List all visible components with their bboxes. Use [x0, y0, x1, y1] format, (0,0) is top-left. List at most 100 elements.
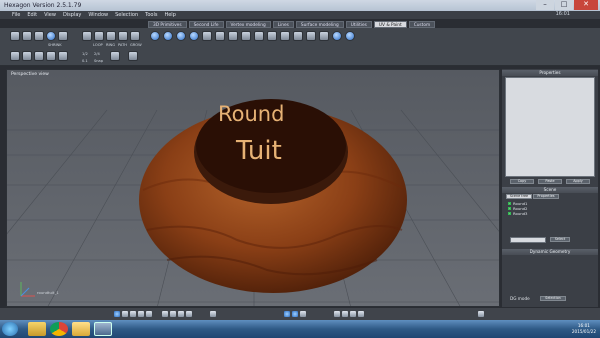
uv-spherical-icon[interactable]: [189, 31, 199, 41]
system-tray[interactable]: 16:01 2015/01/22: [572, 320, 596, 338]
paint-smudge-icon[interactable]: [306, 31, 316, 41]
cube-face-icon[interactable]: [106, 31, 116, 41]
close-button[interactable]: ✕: [574, 0, 598, 10]
menu-window[interactable]: Window: [88, 12, 108, 18]
path-label[interactable]: PATH: [118, 43, 127, 47]
folder-icon[interactable]: [72, 322, 90, 336]
tab-scene-properties[interactable]: Properties: [533, 194, 559, 199]
uv-relax-icon[interactable]: [267, 31, 277, 41]
material-icon[interactable]: [332, 31, 342, 41]
tab-utilities[interactable]: Utilities: [345, 21, 372, 28]
paint-eraser-icon[interactable]: [319, 31, 329, 41]
brush-select-icon[interactable]: [34, 31, 44, 41]
knife-icon[interactable]: [128, 51, 138, 61]
menu-file[interactable]: File: [12, 12, 20, 18]
camera-icon[interactable]: [162, 311, 168, 317]
view-front-icon[interactable]: [146, 311, 152, 317]
move-gizmo-icon[interactable]: [284, 311, 290, 317]
uv-pin-icon[interactable]: [241, 31, 251, 41]
tab-custom[interactable]: Custom: [408, 21, 436, 28]
num-right[interactable]: 2/4: [94, 52, 100, 56]
select-arrow-icon[interactable]: [10, 31, 20, 41]
cube-vertex-icon[interactable]: [82, 31, 92, 41]
field-value[interactable]: 0.1: [82, 59, 88, 63]
menu-view[interactable]: View: [44, 12, 56, 18]
tab-3d-primitives[interactable]: 3D Primitives: [148, 21, 187, 28]
magnet-icon[interactable]: [110, 51, 120, 61]
num-left[interactable]: 1/2: [82, 52, 88, 56]
move-icon[interactable]: [10, 51, 20, 61]
tab-lines[interactable]: Lines: [272, 21, 294, 28]
scale-gizmo-icon[interactable]: [300, 311, 306, 317]
uv-map-icon[interactable]: [150, 31, 160, 41]
cube-object-icon[interactable]: [118, 31, 128, 41]
menu-display[interactable]: Display: [63, 12, 81, 18]
rotate-gizmo-icon[interactable]: [292, 311, 298, 317]
select-button[interactable]: Select: [550, 237, 570, 242]
cube-auto-icon[interactable]: [130, 31, 140, 41]
properties-header: Properties: [502, 70, 598, 76]
scene-item[interactable]: Round3: [508, 211, 527, 216]
light-icon[interactable]: [358, 311, 364, 317]
paint-bucket-icon[interactable]: [293, 31, 303, 41]
texture-icon[interactable]: [345, 31, 355, 41]
uv-cubic-icon[interactable]: [202, 31, 212, 41]
render-icon[interactable]: [478, 311, 484, 317]
uv-cylindrical-icon[interactable]: [176, 31, 186, 41]
gear-icon[interactable]: [58, 51, 68, 61]
loop-label[interactable]: LOOP: [93, 43, 103, 47]
cube-edge-icon[interactable]: [94, 31, 104, 41]
lasso-icon[interactable]: [22, 31, 32, 41]
uv-stitch-icon[interactable]: [254, 31, 264, 41]
uv-seam-icon[interactable]: [228, 31, 238, 41]
tab-uv-paint[interactable]: UV & Paint: [373, 21, 407, 28]
grid-icon[interactable]: [210, 311, 216, 317]
ring-label[interactable]: RING: [106, 43, 115, 47]
visibility-icon[interactable]: [508, 202, 511, 205]
menu-help[interactable]: Help: [164, 12, 175, 18]
paste-button[interactable]: Paste: [538, 179, 562, 184]
uv-unfold-icon[interactable]: [215, 31, 225, 41]
minimize-button[interactable]: –: [536, 0, 554, 10]
scene-name-field[interactable]: [510, 237, 546, 243]
explorer-icon[interactable]: [28, 322, 46, 336]
tab-scene-tree[interactable]: Scene tree: [506, 194, 532, 199]
menu-edit[interactable]: Edit: [27, 12, 37, 18]
shading-texture-icon[interactable]: [350, 311, 356, 317]
visibility-icon[interactable]: [508, 207, 511, 210]
copy-button[interactable]: Copy: [510, 179, 534, 184]
snap-label[interactable]: Snap: [94, 59, 103, 63]
perspective-viewport[interactable]: Perspective view Round Tuit roundtuit_1: [6, 69, 500, 307]
orbit-icon[interactable]: [186, 311, 192, 317]
shrink-label[interactable]: SHRINK: [48, 43, 62, 47]
scale-icon[interactable]: [34, 51, 44, 61]
lock-icon[interactable]: [58, 31, 68, 41]
view-split-icon[interactable]: [122, 311, 128, 317]
paint-brush-icon[interactable]: [280, 31, 290, 41]
zoom-icon[interactable]: [178, 311, 184, 317]
view-single-icon[interactable]: [114, 311, 120, 317]
menu-tools[interactable]: Tools: [145, 12, 157, 18]
hexagon-app-icon[interactable]: [94, 322, 112, 336]
maximize-button[interactable]: □: [555, 0, 573, 10]
chrome-icon[interactable]: [50, 322, 68, 336]
tab-second-life[interactable]: Second Life: [188, 21, 224, 28]
menu-selection[interactable]: Selection: [115, 12, 138, 18]
pan-icon[interactable]: [170, 311, 176, 317]
dg-mode-dropdown[interactable]: Selection: [540, 296, 566, 301]
scene-item-label: Round3: [513, 211, 528, 216]
rotate-icon[interactable]: [22, 51, 32, 61]
visibility-icon[interactable]: [508, 212, 511, 215]
shading-wire-icon[interactable]: [334, 311, 340, 317]
sphere-select-icon[interactable]: [46, 31, 56, 41]
grow-label[interactable]: GROW: [130, 43, 142, 47]
view-quad-icon[interactable]: [130, 311, 136, 317]
shading-smooth-icon[interactable]: [342, 311, 348, 317]
tab-surface-modeling[interactable]: Surface modeling: [295, 21, 344, 28]
universal-manipulator-icon[interactable]: [46, 51, 56, 61]
view-top-icon[interactable]: [138, 311, 144, 317]
start-button[interactable]: [2, 322, 18, 336]
uv-planar-icon[interactable]: [163, 31, 173, 41]
apply-button[interactable]: Apply: [566, 179, 590, 184]
tab-vertex-modeling[interactable]: Vertex modeling: [225, 21, 271, 28]
